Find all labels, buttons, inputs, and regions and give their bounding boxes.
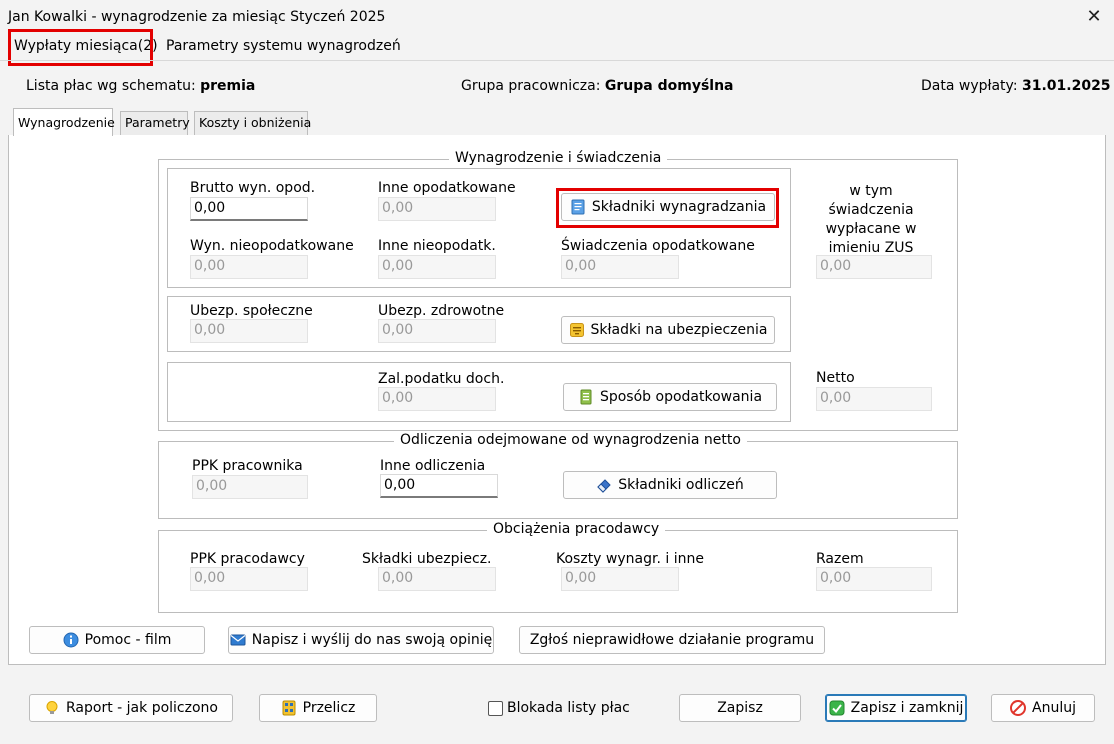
pomoc-film-label: Pomoc - film — [84, 632, 172, 648]
blokada-checkbox[interactable] — [488, 701, 503, 716]
razem-field: 0,00 — [816, 567, 932, 591]
tab-parametry[interactable]: Parametry — [120, 111, 190, 135]
raport-label: Raport - jak policzono — [66, 700, 218, 716]
zal-podatku-field: 0,00 — [378, 387, 496, 411]
zapisz-label: Zapisz — [717, 700, 763, 716]
zal-podatku-label: Zal.podatku doch. — [378, 371, 505, 387]
envelope-icon — [230, 634, 246, 646]
anuluj-button[interactable]: Anuluj — [991, 694, 1095, 722]
cancel-icon — [1010, 700, 1026, 716]
zapisz-i-zamknij-button[interactable]: Zapisz i zamknij — [825, 694, 967, 722]
anuluj-label: Anuluj — [1032, 700, 1076, 716]
ppk-pracodawcy-field: 0,00 — [190, 567, 308, 591]
close-icon[interactable]: ✕ — [1081, 4, 1107, 30]
zglos-blad-button[interactable]: Zgłoś nieprawidłowe działanie programu — [519, 626, 825, 654]
raport-button[interactable]: Raport - jak policzono — [29, 694, 233, 722]
ppk-pracodawcy-label: PPK pracodawcy — [190, 551, 305, 567]
inne-odliczenia-label: Inne odliczenia — [380, 458, 486, 474]
sposob-label: Sposób opodatkowania — [599, 389, 763, 405]
skladniki-wynagradzania-label: Składniki wynagradzania — [591, 199, 767, 215]
coins-icon — [569, 323, 584, 337]
inne-nieopodatk-label: Inne nieopodatk. — [378, 238, 496, 254]
skladniki-odliczen-label: Składniki odliczeń — [618, 477, 744, 493]
zapisz-button[interactable]: Zapisz — [679, 694, 801, 722]
menu-divider — [0, 60, 1114, 61]
inne-opodatkowane-label: Inne opodatkowane — [378, 180, 516, 196]
swiadczenia-opodatkowane-field: 0,00 — [561, 255, 679, 279]
group-info: Grupa pracownicza: Grupa domyślna — [461, 78, 734, 94]
koszty-label: Koszty wynagr. i inne — [556, 551, 704, 567]
group-label: Grupa pracownicza: — [461, 78, 601, 94]
schema-value: premia — [200, 78, 256, 94]
skladki-ubezpiecz-field: 0,00 — [378, 567, 496, 591]
napisz-opinie-button[interactable]: Napisz i wyślij do nas swoją opinię — [228, 626, 494, 654]
check-icon — [829, 700, 845, 716]
group-value: Grupa domyślna — [604, 78, 734, 94]
menu-wyplaty-miesiaca[interactable]: Wypłaty miesiąca(2) — [14, 38, 158, 54]
ubezp-zdrowotne-label: Ubezp. zdrowotne — [378, 303, 505, 319]
zapisz-i-zamknij-label: Zapisz i zamknij — [850, 700, 964, 716]
skladniki-wynagradzania-button[interactable]: Składniki wynagradzania — [561, 193, 775, 221]
skladki-ubezpiecz-label: Składki ubezpiecz. — [362, 551, 492, 567]
razem-label: Razem — [816, 551, 864, 567]
date-value: 31.01.2025 — [1021, 78, 1111, 94]
wyn-nieopodatkowane-field: 0,00 — [190, 255, 308, 279]
schema-info: Lista płac wg schematu: premia — [26, 78, 255, 94]
info-icon — [63, 632, 79, 648]
sposob-opodatkowania-button[interactable]: Sposób opodatkowania — [563, 383, 777, 411]
schema-label: Lista płac wg schematu: — [26, 78, 196, 94]
tab-wynagrodzenie[interactable]: Wynagrodzenie — [13, 108, 115, 136]
zglos-blad-label: Zgłoś nieprawidłowe działanie programu — [529, 632, 815, 648]
ppk-pracownika-field: 0,00 — [192, 475, 308, 499]
window-title: Jan Kowalki - wynagrodzenie za miesiąc S… — [8, 9, 386, 25]
calculator-icon — [282, 700, 296, 716]
group-odliczenia-title: Odliczenia odejmowane od wynagrodzenia n… — [394, 432, 747, 448]
tab-koszty-i-obnizenia[interactable]: Koszty i obniżenia — [194, 111, 311, 135]
przelicz-button[interactable]: Przelicz — [259, 694, 377, 722]
netto-field: 0,00 — [816, 387, 932, 411]
blokada-label: Blokada listy płac — [507, 700, 630, 716]
skladniki-odliczen-button[interactable]: Składniki odliczeń — [563, 471, 777, 499]
date-info: Data wypłaty: 31.01.2025 — [921, 78, 1111, 94]
pomoc-film-button[interactable]: Pomoc - film — [29, 626, 205, 654]
wtym-field: 0,00 — [816, 255, 932, 279]
eraser-icon — [597, 479, 611, 493]
title-bar: Jan Kowalki - wynagrodzenie za miesiąc S… — [0, 0, 1114, 34]
document-icon — [571, 199, 585, 215]
koszty-field: 0,00 — [561, 567, 679, 591]
menu-parametry-systemu[interactable]: Parametry systemu wynagrodzeń — [166, 38, 401, 54]
inne-opodatkowane-field: 0,00 — [378, 197, 496, 221]
ubezp-spoleczne-field: 0,00 — [190, 319, 308, 343]
inne-nieopodatk-field: 0,00 — [378, 255, 496, 279]
brutto-label: Brutto wyn. opod. — [190, 180, 316, 196]
skladki-label: Składki na ubezpieczenia — [590, 322, 768, 338]
napisz-opinie-label: Napisz i wyślij do nas swoją opinię — [251, 632, 493, 648]
inne-odliczenia-input[interactable]: 0,00 — [380, 474, 498, 498]
skladki-na-ubezpieczenia-button[interactable]: Składki na ubezpieczenia — [561, 316, 775, 344]
brutto-input[interactable]: 0,00 — [190, 197, 308, 221]
list-icon — [580, 389, 592, 405]
ppk-pracownika-label: PPK pracownika — [192, 458, 303, 474]
netto-label: Netto — [816, 370, 855, 386]
przelicz-label: Przelicz — [302, 700, 356, 716]
lightbulb-icon — [46, 701, 58, 714]
wtym-label: w tym świadczenia wypłacane w imieniu ZU… — [825, 183, 917, 256]
swiadczenia-opodatkowane-label: Świadczenia opodatkowane — [561, 238, 755, 254]
group-wynagrodzenie-title: Wynagrodzenie i świadczenia — [449, 150, 668, 166]
ubezp-spoleczne-label: Ubezp. społeczne — [190, 303, 313, 319]
date-label: Data wypłaty: — [921, 78, 1018, 94]
wyn-nieopodatkowane-label: Wyn. nieopodatkowane — [190, 238, 354, 254]
group-obciazenia-title: Obciążenia pracodawcy — [487, 521, 666, 537]
ubezp-zdrowotne-field: 0,00 — [378, 319, 496, 343]
